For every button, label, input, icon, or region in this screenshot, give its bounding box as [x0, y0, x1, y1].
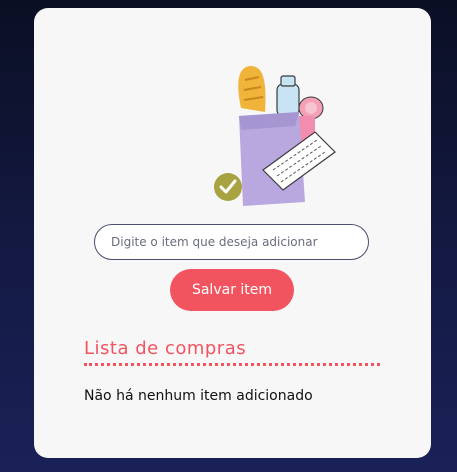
grocery-bag-icon — [214, 66, 336, 206]
list-title: Lista de compras — [84, 338, 247, 359]
item-input-wrapper — [94, 224, 369, 260]
item-input[interactable] — [109, 234, 354, 250]
save-item-button[interactable]: Salvar item — [170, 269, 294, 311]
empty-list-message: Não há nenhum item adicionado — [84, 388, 313, 404]
shopping-list-card: Salvar item Lista de compras Não há nenh… — [34, 8, 431, 458]
list-divider — [84, 363, 380, 366]
